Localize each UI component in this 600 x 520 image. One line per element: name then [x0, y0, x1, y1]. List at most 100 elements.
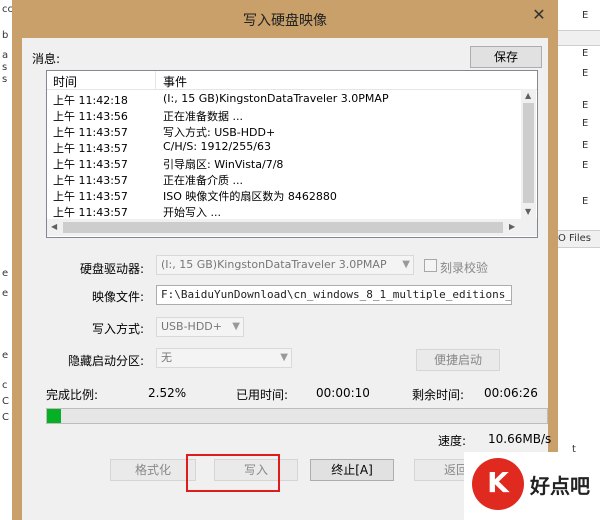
elapsed-value: 00:00:10: [316, 386, 370, 400]
horizontal-scrollbar[interactable]: ◀ ▶: [47, 219, 537, 236]
row-event: 写入方式: USB-HDD+: [163, 126, 276, 139]
bg-text: E: [582, 10, 589, 21]
bg-text: b: [2, 30, 9, 41]
save-button[interactable]: 保存: [470, 46, 542, 68]
bg-text: e: [2, 288, 9, 299]
bg-text: E: [582, 118, 589, 129]
watermark-text: 好点吧: [530, 474, 590, 498]
hidden-partition-select[interactable]: 无 ▼: [156, 348, 292, 368]
bg-text: s: [2, 74, 8, 85]
row-time: 上午 11:43:57: [53, 174, 128, 187]
row-time: 上午 11:43:57: [53, 142, 128, 155]
write-method-label: 写入方式:: [92, 322, 145, 336]
row-time: 上午 11:43:57: [53, 206, 128, 219]
verify-checkbox[interactable]: [424, 259, 437, 272]
progress-fill: [47, 409, 61, 423]
bg-text: E: [582, 140, 589, 151]
completed-value: 2.52%: [148, 386, 187, 400]
image-file-input[interactable]: F:\BaiduYunDownload\cn_windows_8_1_multi…: [156, 285, 512, 305]
log-rows: 上午 11:42:18 (I:, 15 GB)KingstonDataTravel…: [47, 91, 519, 219]
completed-label: 完成比例:: [46, 388, 99, 402]
table-row[interactable]: 上午 11:42:18 (I:, 15 GB)KingstonDataTravel…: [47, 91, 519, 107]
row-event: 正在准备数据 ...: [163, 110, 243, 123]
scroll-thumb[interactable]: [63, 222, 503, 233]
row-event: 正在准备介质 ...: [163, 174, 243, 187]
chevron-down-icon: ▼: [232, 321, 240, 332]
table-row[interactable]: 上午 11:43:57 开始写入 ...: [47, 203, 519, 219]
write-button-highlight: [186, 454, 280, 492]
message-log[interactable]: 时间 事件 上午 11:42:18 (I:, 15 GB)KingstonData…: [46, 70, 538, 238]
dialog-client: 消息: 保存 时间 事件 上午 11:42:18 (I:, 15 GB)Kings…: [22, 38, 552, 520]
row-event: C/H/S: 1912/255/63: [163, 140, 271, 153]
bg-text: E: [582, 160, 589, 171]
vertical-scrollbar[interactable]: ▲ ▼: [521, 89, 536, 219]
hidden-partition-value: 无: [161, 351, 172, 364]
row-event: (I:, 15 GB)KingstonDataTraveler 3.0PMAP: [163, 92, 389, 105]
dialog-title: 写入硬盘映像: [243, 13, 327, 29]
table-row[interactable]: 上午 11:43:57 正在准备介质 ...: [47, 171, 519, 187]
scroll-left-icon[interactable]: ◀: [51, 222, 57, 231]
progress-bar: [46, 408, 548, 424]
chevron-down-icon: ▼: [280, 352, 288, 363]
bg-text: c: [2, 380, 8, 391]
bg-text: E: [582, 68, 589, 79]
chevron-down-icon: ▼: [402, 259, 410, 270]
bg-text: C: [2, 412, 9, 423]
messages-label: 消息:: [32, 52, 61, 66]
bg-text: E: [582, 100, 589, 111]
hidden-partition-label: 隐藏启动分区:: [68, 354, 145, 368]
row-time: 上午 11:42:18: [53, 94, 128, 107]
table-row[interactable]: 上午 11:43:57 C/H/S: 1912/255/63: [47, 139, 519, 155]
row-time: 上午 11:43:57: [53, 158, 128, 171]
bg-text: E: [582, 196, 589, 207]
bg-text: s: [2, 62, 8, 73]
bg-text: O Files: [558, 233, 591, 244]
scroll-down-icon[interactable]: ▼: [525, 207, 531, 216]
drive-select-value: (I:, 15 GB)KingstonDataTraveler 3.0PMAP: [161, 258, 387, 271]
write-method-value: USB-HDD+: [161, 320, 222, 333]
row-event: 引导扇区: WinVista/7/8: [163, 158, 284, 171]
log-header: 时间 事件: [47, 71, 537, 90]
stop-button[interactable]: 终止[A]: [310, 459, 394, 481]
speed-label: 速度:: [438, 434, 467, 448]
title-bar[interactable]: 写入硬盘映像 ✕: [12, 0, 558, 38]
bg-text: e: [2, 350, 9, 361]
scroll-thumb[interactable]: [523, 103, 534, 203]
table-row[interactable]: 上午 11:43:57 ISO 映像文件的扇区数为 8462880: [47, 187, 519, 203]
speed-value: 10.66MB/s: [488, 432, 552, 446]
format-button[interactable]: 格式化: [110, 459, 196, 481]
bg-text: C: [2, 396, 9, 407]
image-file-label: 映像文件:: [92, 290, 145, 304]
row-event: 开始写入 ...: [163, 206, 221, 219]
background-window-right: E E E E E E E E O Files t: [558, 0, 600, 520]
watermark-logo: K: [472, 458, 524, 510]
quick-boot-button[interactable]: 便捷启动: [416, 349, 500, 371]
column-header-event[interactable]: 事件: [163, 73, 187, 90]
bg-strip: [558, 30, 600, 46]
write-disk-image-dialog: 写入硬盘映像 ✕ 消息: 保存 时间 事件 上午 11:42:18 (I:, 15…: [12, 0, 558, 520]
row-event: ISO 映像文件的扇区数为 8462880: [163, 190, 337, 203]
bg-text: a: [2, 50, 9, 61]
table-row[interactable]: 上午 11:43:57 写入方式: USB-HDD+: [47, 123, 519, 139]
remaining-value: 00:06:26: [484, 386, 538, 400]
table-row[interactable]: 上午 11:43:56 正在准备数据 ...: [47, 107, 519, 123]
scroll-up-icon[interactable]: ▲: [525, 91, 531, 100]
close-icon[interactable]: ✕: [524, 4, 554, 26]
column-separator: [155, 71, 156, 89]
write-method-select[interactable]: USB-HDD+ ▼: [156, 317, 244, 337]
table-row[interactable]: 上午 11:43:57 引导扇区: WinVista/7/8: [47, 155, 519, 171]
row-time: 上午 11:43:57: [53, 190, 128, 203]
drive-label: 硬盘驱动器:: [80, 262, 145, 276]
scroll-right-icon[interactable]: ▶: [509, 222, 515, 231]
watermark-logo-letter: K: [487, 466, 509, 499]
verify-label: 刻录校验: [440, 261, 489, 275]
drive-select[interactable]: (I:, 15 GB)KingstonDataTraveler 3.0PMAP …: [156, 255, 414, 275]
remaining-label: 剩余时间:: [412, 388, 465, 402]
bg-text: e: [2, 268, 9, 279]
row-time: 上午 11:43:56: [53, 110, 128, 123]
elapsed-label: 已用时间:: [236, 388, 289, 402]
watermark: K 好点吧: [464, 452, 600, 520]
row-time: 上午 11:43:57: [53, 126, 128, 139]
column-header-time[interactable]: 时间: [53, 73, 77, 90]
bg-text: E: [582, 48, 589, 59]
